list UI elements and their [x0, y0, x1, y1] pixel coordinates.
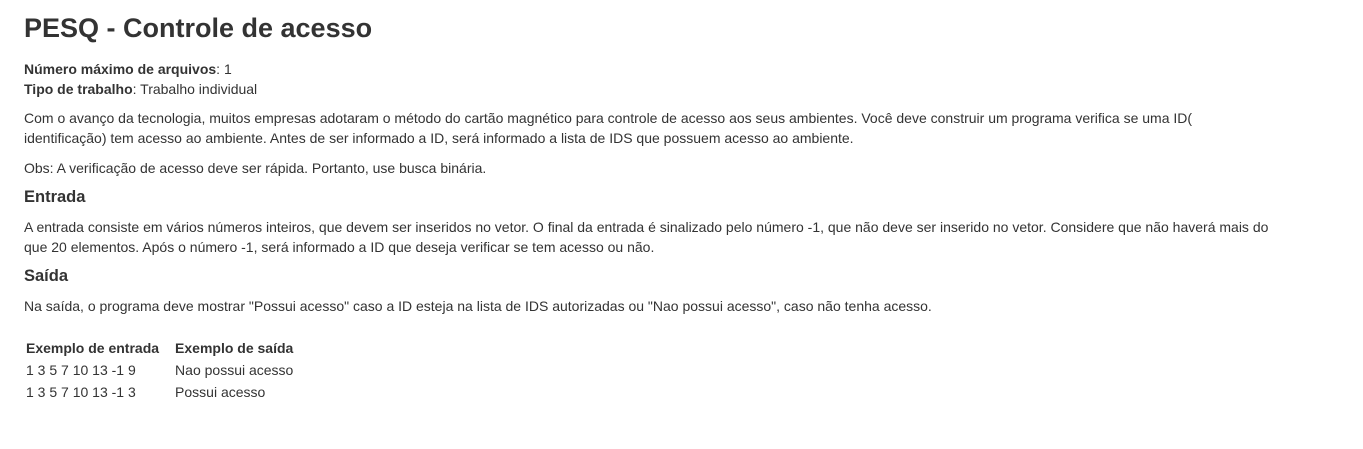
examples-table: Exemplo de entrada Exemplo de saída 1 3 …: [24, 337, 307, 403]
problem-description: Com o avanço da tecnologia, muitos empre…: [24, 110, 1193, 146]
example-output-header: Exemplo de saída: [175, 340, 294, 356]
problem-page: PESQ - Controle de acesso Número máximo …: [0, 0, 1363, 403]
example-output-cell: Possui acesso: [175, 384, 266, 400]
problem-observation: Obs: A verificação de acesso deve ser rá…: [24, 160, 487, 176]
work-type-label: Tipo de trabalho: [24, 81, 133, 97]
assignment-meta: Número máximo de arquivos: 1 Tipo de tra…: [24, 59, 1339, 99]
max-files-label: Número máximo de arquivos: [24, 61, 217, 77]
work-type-value: : Trabalho individual: [132, 81, 258, 97]
example-input-cell: 1 3 5 7 10 13 -1 3: [26, 384, 136, 400]
examples-header-row: Exemplo de entrada Exemplo de saída: [24, 337, 307, 359]
example-input-header: Exemplo de entrada: [26, 340, 160, 356]
page-title: PESQ - Controle de acesso: [24, 13, 373, 43]
output-heading: Saída: [24, 267, 69, 285]
input-description: A entrada consiste em vários números int…: [24, 219, 1269, 255]
max-files-line: Número máximo de arquivos: 1: [24, 59, 1339, 79]
output-description: Na saída, o programa deve mostrar "Possu…: [24, 298, 932, 314]
max-files-value: : 1: [216, 61, 232, 77]
table-row: 1 3 5 7 10 13 -1 9 Nao possui acesso: [24, 359, 307, 381]
example-output-cell: Nao possui acesso: [175, 362, 294, 378]
input-heading: Entrada: [24, 188, 86, 206]
table-row: 1 3 5 7 10 13 -1 3 Possui acesso: [24, 381, 307, 403]
example-input-cell: 1 3 5 7 10 13 -1 9: [26, 362, 136, 378]
work-type-line: Tipo de trabalho: Trabalho individual: [24, 79, 1339, 99]
